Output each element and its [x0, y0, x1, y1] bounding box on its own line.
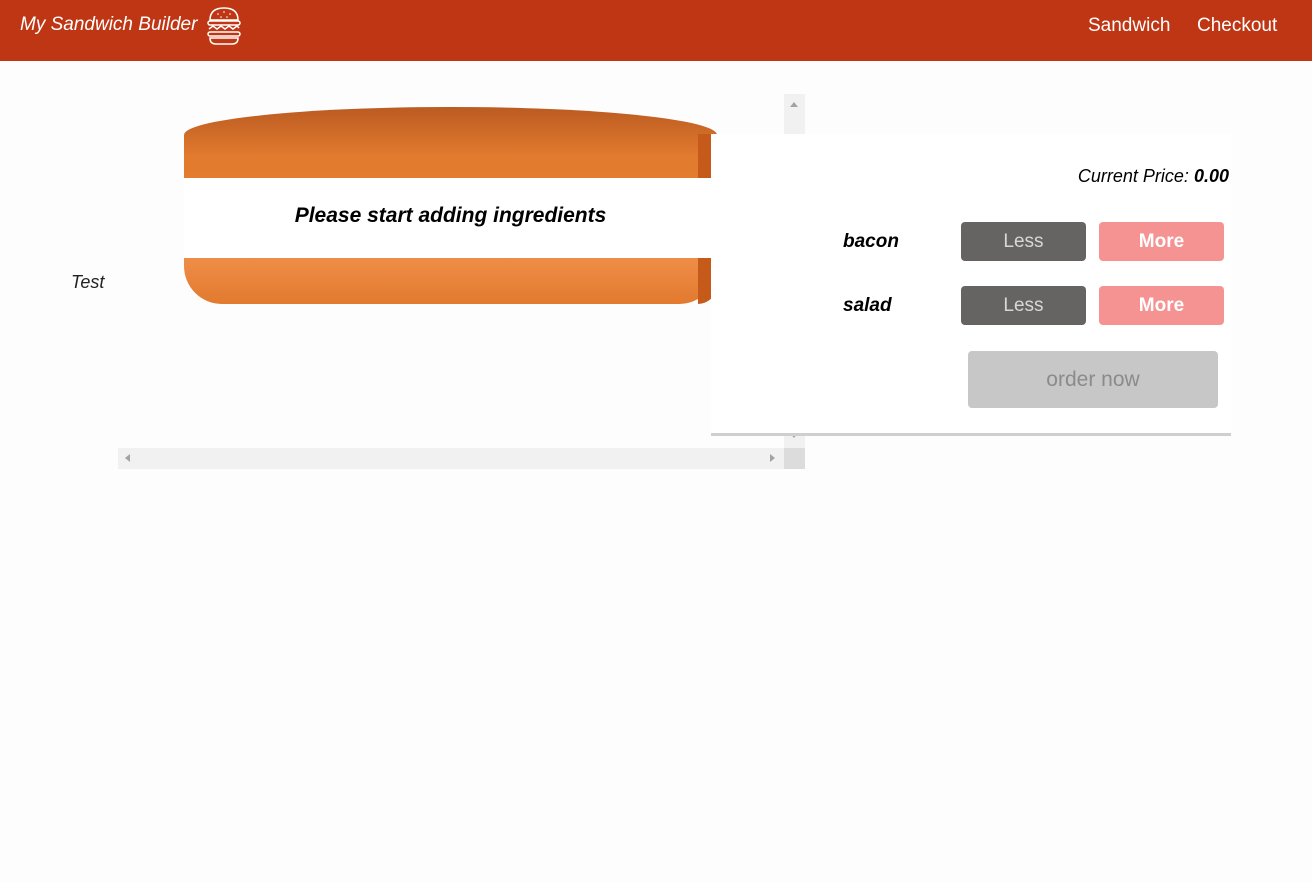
salad-less-button[interactable]: Less [961, 286, 1086, 325]
brand-title[interactable]: My Sandwich Builder [20, 14, 197, 36]
ingredient-label-salad: salad [843, 295, 892, 316]
scroll-up-icon[interactable] [790, 102, 798, 107]
bread-bottom [184, 258, 717, 304]
scroll-corner [784, 448, 805, 469]
message-band: Please start adding ingredients [184, 178, 717, 258]
bacon-more-button[interactable]: More [1099, 222, 1224, 261]
navbar: My Sandwich Builder Sandwich Checkout [0, 0, 1312, 61]
bacon-less-button[interactable]: Less [961, 222, 1086, 261]
scroll-right-icon[interactable] [770, 454, 775, 462]
nav-checkout[interactable]: Checkout [1197, 15, 1277, 37]
scroll-left-icon[interactable] [125, 454, 130, 462]
horizontal-scrollbar[interactable] [118, 448, 784, 469]
price-value: 0.00 [1193, 166, 1229, 186]
ingredient-label-bacon: bacon [843, 231, 899, 252]
order-now-button[interactable]: order now [968, 351, 1218, 408]
burger-icon[interactable] [206, 5, 242, 47]
salad-more-button[interactable]: More [1099, 286, 1224, 325]
current-price: Current Price: 0.00 [1078, 166, 1229, 187]
side-label: Test [71, 272, 105, 292]
build-controls: Current Price: 0.00 bacon Less More sala… [711, 134, 1231, 436]
price-label: Current Price: [1077, 166, 1189, 186]
nav-sandwich[interactable]: Sandwich [1088, 15, 1170, 37]
sandwich-viewport[interactable]: Please start adding ingredients [118, 94, 805, 469]
empty-sandwich-message: Please start adding ingredients [294, 204, 607, 227]
